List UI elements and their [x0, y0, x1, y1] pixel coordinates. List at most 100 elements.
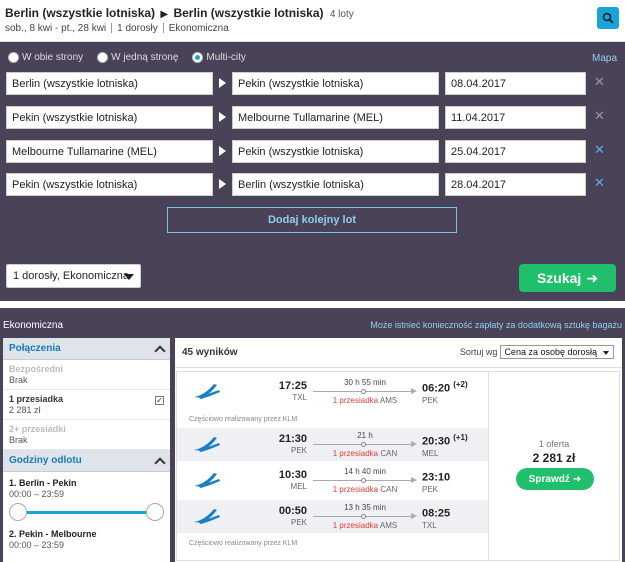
leg-stops: 1 przesiadka AMS [332, 396, 398, 405]
trip-type-label: W obie strony [22, 52, 84, 63]
summary-details: sob., 8 kwi - pt., 28 kwi 1 dorosły Ekonom… [5, 23, 229, 34]
sort-label: Sortuj wg [459, 347, 498, 357]
time-filter-range: 00:00 – 23:59 [9, 540, 65, 550]
search-panel: W obie strony W jedną stronę Multi-city … [0, 42, 625, 301]
time-filter-label: 2. Pekin - Melbourne [9, 529, 97, 539]
trip-type-multicity[interactable]: Multi-city [192, 52, 246, 63]
check-offer-button[interactable]: Sprawdź ➜ [516, 468, 594, 490]
flight-leg-row: Berlin (wszystkie lotniska) Pekin (wszys… [6, 72, 618, 95]
origin-input[interactable]: Berlin (wszystkie lotniska) [6, 72, 213, 95]
radio-round-trip[interactable] [8, 52, 19, 63]
itinerary-card[interactable]: 17:25 TXL 30 h 55 min 1 przesiadka AMS 06… [176, 371, 620, 561]
results-count: 45 wyników [182, 347, 238, 358]
departure-time: 00:50 [278, 505, 307, 517]
times-filter-header[interactable]: Godziny odlotu [3, 450, 170, 472]
itinerary-leg: 00:50 PEK 13 h 35 min 1 przesiadka AMS 08… [177, 500, 488, 533]
arrival-airport: MEL [422, 448, 439, 458]
flight-leg-row: Melbourne Tullamarine (MEL) Pekin (wszys… [6, 140, 618, 163]
arrow-right-icon: ➜ [586, 269, 599, 286]
leg-arrow-icon [219, 112, 226, 122]
summary-dates: sob., 8 kwi - pt., 28 kwi [5, 23, 107, 34]
destination-input[interactable]: Melbourne Tullamarine (MEL) [232, 106, 439, 129]
date-input[interactable]: 11.04.2017 [445, 106, 586, 129]
offer-panel: 1 oferta 2 281 zł Sprawdź ➜ [488, 372, 619, 560]
destination-input[interactable]: Berlin (wszystkie lotniska) [232, 173, 439, 196]
results-cabin-label: Ekonomiczna [3, 320, 64, 331]
origin-input[interactable]: Pekin (wszystkie lotniska) [6, 173, 213, 196]
time-range-slider[interactable] [9, 501, 164, 523]
slider-track [17, 511, 156, 514]
time-filter-label: 1. Berlin - Pekin [9, 478, 77, 488]
departure-time: 17:25 [278, 380, 307, 392]
airline-logo-icon [194, 437, 220, 452]
chevron-up-icon[interactable] [154, 456, 166, 469]
itinerary-legs: 17:25 TXL 30 h 55 min 1 przesiadka AMS 06… [177, 372, 488, 560]
filter-one-stop[interactable]: 1 przesiadka 2 281 zł ✓ [3, 390, 170, 420]
time-filter-leg: 1. Berlin - Pekin 00:00 – 23:59 [3, 472, 170, 523]
departure-airport: PEK [290, 446, 307, 455]
passenger-cabin-select[interactable]: 1 dorosły, Ekonomiczna [6, 264, 141, 288]
origin-input[interactable]: Pekin (wszystkie lotniska) [6, 106, 213, 129]
chevron-up-icon[interactable] [154, 344, 166, 357]
itinerary-leg: 17:25 TXL 30 h 55 min 1 przesiadka AMS 06… [177, 375, 488, 408]
arrival-airport: TXL [422, 520, 437, 530]
slider-handle-start[interactable] [9, 503, 27, 521]
date-input[interactable]: 28.04.2017 [445, 173, 586, 196]
destination-input[interactable]: Pekin (wszystkie lotniska) [232, 140, 439, 163]
leg-duration: 13 h 35 min [344, 503, 386, 512]
departure-airport: PEK [290, 518, 307, 527]
connections-filter-header[interactable]: Połączenia [3, 338, 170, 360]
departure-airport: MEL [290, 482, 307, 491]
trip-summary-bar: Berlin (wszystkie lotniska) ▶ Berlin (ws… [0, 0, 625, 42]
close-icon[interactable]: ✕ [594, 143, 605, 157]
close-icon[interactable]: ✕ [594, 109, 605, 123]
departure-airport: TXL [292, 393, 307, 402]
baggage-note-link[interactable]: Może istnieć konieczność zapłaty za doda… [370, 320, 622, 330]
search-button[interactable]: Szukaj ➜ [519, 264, 616, 292]
sort-select[interactable]: Cena za osobę dorosłą [500, 345, 614, 359]
origin-input[interactable]: Melbourne Tullamarine (MEL) [6, 140, 213, 163]
filter-checkbox[interactable]: ✓ [155, 396, 164, 405]
map-link[interactable]: Mapa [592, 53, 617, 64]
trip-type-round[interactable]: W obie strony [8, 52, 83, 63]
trip-type-oneway[interactable]: W jedną stronę [97, 52, 178, 63]
radio-one-way[interactable] [97, 52, 109, 63]
passenger-cabin-value: 1 dorosły, Ekonomiczna [13, 270, 129, 282]
close-icon[interactable]: ✕ [594, 75, 605, 89]
filter-sidebar: Połączenia Bezpośredni Brak 1 przesiadka… [3, 338, 170, 562]
results-toolbar: 45 wyników Sortuj wg Cena za osobę doros… [175, 338, 622, 368]
leg-arrow-icon [219, 146, 226, 156]
time-filter-leg: 2. Pekin - Melbourne 00:00 – 23:59 [3, 523, 170, 550]
leg-stops: 1 przesiadka AMS [332, 521, 398, 530]
itinerary-leg: 10:30 MEL 14 h 40 min 1 przesiadka CAN 23… [177, 464, 488, 497]
date-input[interactable]: 08.04.2017 [445, 72, 586, 95]
offer-price: 2 281 zł [532, 451, 576, 465]
radio-multi-city[interactable] [192, 52, 204, 63]
search-toggle-button[interactable] [597, 7, 619, 29]
results-area: Ekonomiczna Może istnieć konieczność zap… [0, 308, 625, 562]
chevron-down-icon [124, 274, 134, 280]
airline-logo-icon [194, 384, 220, 399]
arrow-right-icon: ➜ [572, 473, 582, 485]
slider-handle-end[interactable] [146, 503, 164, 521]
date-input[interactable]: 25.04.2017 [445, 140, 586, 163]
add-flight-button[interactable]: Dodaj kolejny lot [167, 207, 457, 233]
summary-legs-count: 4 loty [329, 9, 354, 20]
leg-stops: 1 przesiadka CAN [332, 449, 398, 458]
destination-input[interactable]: Pekin (wszystkie lotniska) [232, 72, 439, 95]
operated-by-note: Częściowo realizowany przez KLM [189, 416, 298, 423]
arrival-time: 06:20 (+2) [422, 380, 468, 395]
close-icon[interactable]: ✕ [594, 176, 605, 190]
times-title: Godziny odlotu [9, 455, 82, 466]
operated-by-note: Częściowo realizowany przez KLM [189, 540, 298, 547]
leg-arrow-icon [219, 179, 226, 189]
leg-arrow-icon [219, 78, 226, 88]
leg-route-line [313, 513, 417, 520]
leg-stops: 1 przesiadka CAN [332, 485, 398, 494]
connections-title: Połączenia [9, 343, 61, 354]
itinerary-leg: 21:30 PEK 21 h 1 przesiadka CAN 20:30 (+1… [177, 428, 488, 461]
time-filter-range: 00:00 – 23:59 [9, 489, 65, 499]
offers-count: 1 oferta [538, 439, 570, 449]
leg-duration: 30 h 55 min [344, 378, 386, 387]
departure-time: 21:30 [278, 433, 307, 445]
